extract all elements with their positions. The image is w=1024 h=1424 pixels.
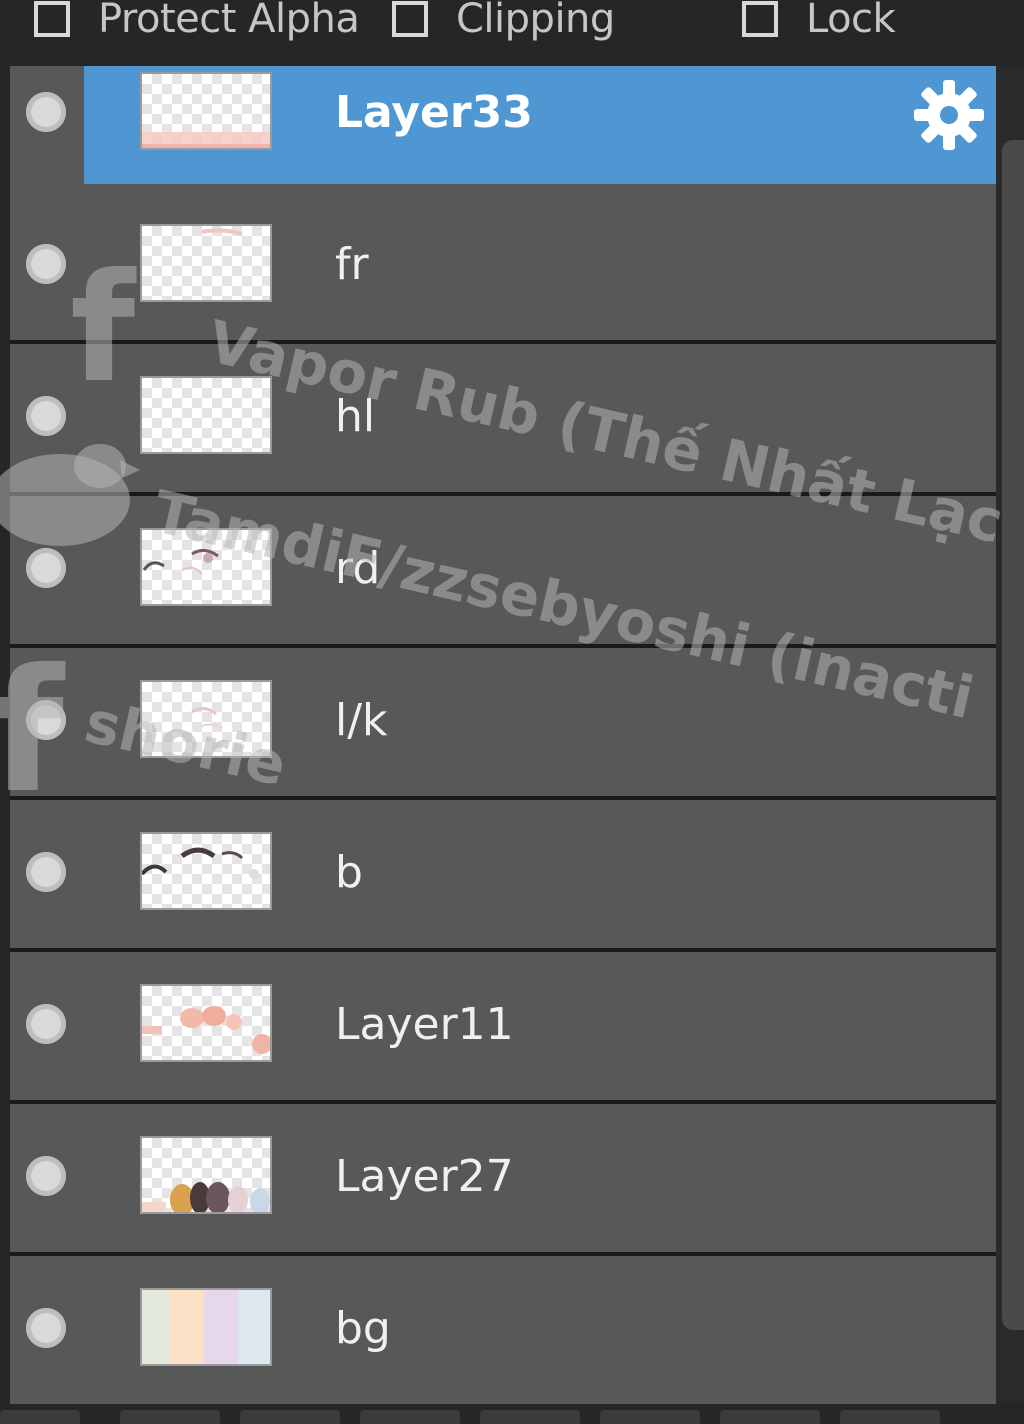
layer-row[interactable]: Layer27 (10, 1104, 996, 1252)
layer-row[interactable]: fr (10, 192, 996, 340)
bottom-tab[interactable] (600, 1410, 700, 1424)
visibility-dot-icon[interactable] (26, 244, 66, 284)
protect-alpha-label: Protect Alpha (98, 0, 360, 42)
layer-thumbnail (140, 984, 272, 1062)
layer-row[interactable]: hl (10, 344, 996, 492)
clipping-label: Clipping (456, 0, 615, 42)
layer-list: Layer33 fr hl rd l/k b Layer11 Layer27 b… (10, 66, 996, 1404)
thumb-empty-icon (142, 378, 272, 454)
layer-row[interactable]: l/k (10, 648, 996, 796)
layer-name: Layer27 (335, 1151, 514, 1202)
visibility-dot-icon[interactable] (26, 700, 66, 740)
layer-row[interactable]: Layer11 (10, 952, 996, 1100)
clipping-option[interactable]: Clipping (392, 0, 615, 44)
layer-name: rd (335, 543, 381, 594)
thumb-pastel-stripes-icon (142, 1290, 270, 1364)
thumb-peach-shapes-icon (142, 1006, 270, 1054)
lock-option[interactable]: Lock (742, 0, 896, 44)
bottom-tab[interactable] (360, 1410, 460, 1424)
layer-name: l/k (335, 695, 388, 746)
thumb-faint-sketch-icon (191, 707, 223, 729)
bottom-tab[interactable] (240, 1410, 340, 1424)
layer-thumbnail (140, 528, 272, 606)
layer-name: bg (335, 1303, 391, 1354)
visibility-dot-icon[interactable] (26, 852, 66, 892)
visibility-dot-icon[interactable] (26, 1308, 66, 1348)
bottom-tab[interactable] (840, 1410, 940, 1424)
layer-row[interactable]: bg (10, 1256, 996, 1404)
bottom-tab[interactable] (480, 1410, 580, 1424)
layer-name: Layer11 (335, 999, 514, 1050)
visibility-dot-icon[interactable] (26, 1156, 66, 1196)
thumb-dark-sketch-icon (142, 847, 259, 879)
layer-name: Layer33 (335, 87, 533, 138)
bottom-tab[interactable] (120, 1410, 220, 1424)
bottom-tab[interactable] (0, 1410, 80, 1424)
lock-checkbox[interactable] (742, 1, 778, 37)
layer-thumbnail (140, 832, 272, 910)
layer-thumbnail (140, 224, 272, 302)
lock-label: Lock (806, 0, 896, 42)
protect-alpha-option[interactable]: Protect Alpha (34, 0, 360, 44)
clipping-checkbox[interactable] (392, 1, 428, 37)
layer-row[interactable]: b (10, 800, 996, 948)
thumb-faint-top-icon (201, 228, 243, 236)
layer-name: b (335, 847, 363, 898)
visibility-dot-icon[interactable] (26, 548, 66, 588)
layer-thumbnail (140, 680, 272, 758)
layer-name: hl (335, 391, 376, 442)
layer-thumbnail (140, 376, 272, 454)
scrollbar-thumb[interactable] (1002, 140, 1024, 1330)
protect-alpha-checkbox[interactable] (34, 1, 70, 37)
thumb-pink-edge-icon (142, 132, 270, 148)
visibility-dot-icon[interactable] (26, 396, 66, 436)
layer-row[interactable]: rd (10, 496, 996, 644)
layer-thumbnail (140, 72, 272, 150)
layer-panel: Protect Alpha Clipping Lock Layer33 fr h… (0, 0, 1024, 1424)
visibility-dot-icon[interactable] (26, 92, 66, 132)
layer-options-bar: Protect Alpha Clipping Lock (0, 0, 1024, 62)
layer-name: fr (335, 239, 369, 290)
layer-thumbnail (140, 1136, 272, 1214)
bottom-tab[interactable] (720, 1410, 820, 1424)
visibility-dot-icon[interactable] (26, 1004, 66, 1044)
layer-thumbnail (140, 1288, 272, 1366)
thumb-figures-icon (142, 1182, 270, 1212)
gear-icon[interactable] (910, 76, 988, 154)
thumb-sketch-icon (142, 549, 219, 575)
